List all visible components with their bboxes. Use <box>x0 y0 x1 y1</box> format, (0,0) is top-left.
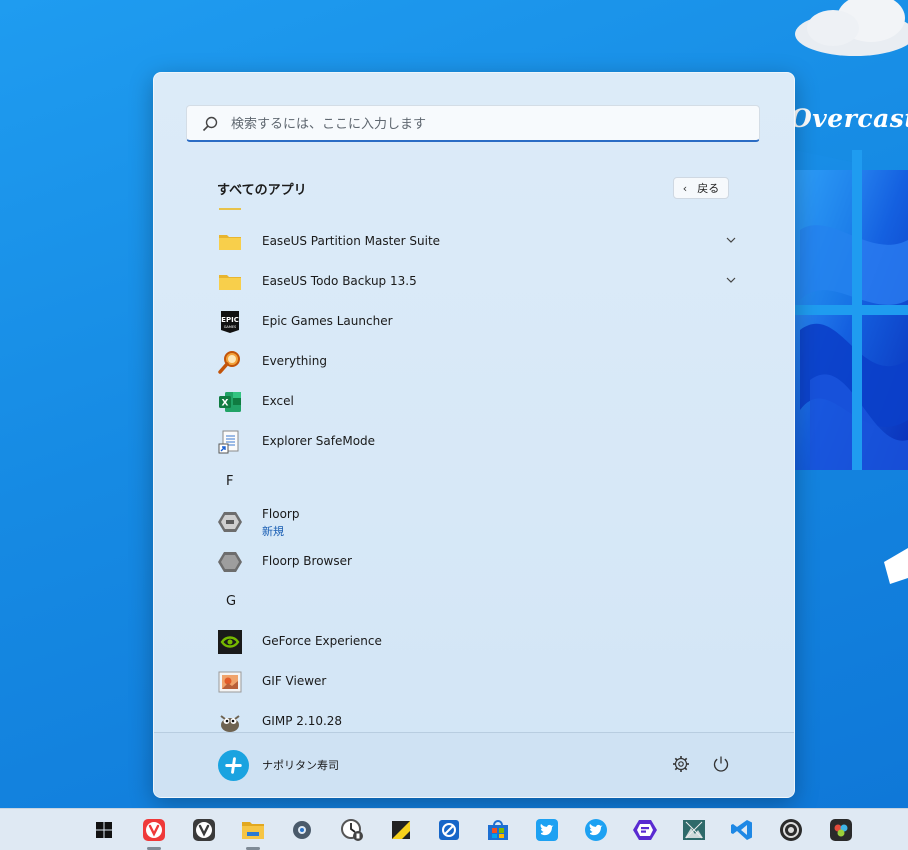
list-item[interactable]: GeForce Experience <box>210 623 738 661</box>
clock-app-icon[interactable] <box>333 813 371 847</box>
app-label: Excel <box>262 394 294 408</box>
app-label: GIMP 2.10.28 <box>262 714 343 728</box>
list-item[interactable]: Floorp 新規 <box>210 503 738 541</box>
wallpaper-window-art <box>794 150 908 470</box>
chevron-down-icon[interactable] <box>724 233 738 247</box>
list-item[interactable]: Explorer SafeMode <box>210 423 738 461</box>
chevron-down-icon[interactable] <box>724 273 738 287</box>
app-label: Epic Games Launcher <box>262 314 393 328</box>
cloud-graphic <box>795 0 908 56</box>
list-item[interactable]: X Excel <box>210 383 738 421</box>
app-label: EaseUS Partition Master Suite <box>262 234 441 248</box>
wallpaper-white-shape <box>884 548 908 584</box>
list-item[interactable]: Floorp Browser <box>210 543 738 581</box>
vivaldi-icon[interactable] <box>135 813 173 850</box>
section-letter-g[interactable]: G <box>226 594 236 609</box>
app-list[interactable]: EaseUS Partition Master Suite EaseUS Tod… <box>154 198 794 732</box>
gimp-icon <box>220 715 240 732</box>
gif-viewer-icon <box>218 671 242 693</box>
sticky-notes-icon[interactable] <box>382 813 420 847</box>
file-explorer-icon[interactable] <box>234 813 272 850</box>
app-label: Explorer SafeMode <box>262 434 376 448</box>
twitter-icon[interactable] <box>528 813 566 847</box>
settings-icon[interactable] <box>283 813 321 847</box>
app-label: GIF Viewer <box>262 674 327 688</box>
davinci-resolve-icon[interactable] <box>822 813 860 847</box>
search-box[interactable] <box>186 105 760 142</box>
wallpaper-text: Overcast <box>790 104 908 133</box>
excel-icon-text: X <box>222 399 229 409</box>
epic-icon-text: EPIC <box>221 316 239 324</box>
search-icon <box>202 116 218 132</box>
settings-gear-icon[interactable] <box>672 755 690 773</box>
floorp-taskbar-icon[interactable] <box>626 813 664 847</box>
folder-icon <box>219 275 241 290</box>
new-badge: 新規 <box>262 525 284 538</box>
chevron-left-icon: ‹ <box>682 181 688 195</box>
scroll-edge-divider <box>219 208 241 210</box>
back-button[interactable]: ‹ 戻る <box>673 177 729 199</box>
app-label: EaseUS Todo Backup 13.5 <box>262 274 417 288</box>
list-item[interactable]: GIMP 2.10.28 <box>210 703 738 732</box>
power-icon[interactable] <box>712 755 730 773</box>
epic-games-icon: EPIC GAMES <box>221 311 239 333</box>
folder-icon <box>219 235 241 250</box>
list-item[interactable]: GIF Viewer <box>210 663 738 701</box>
excel-icon: X <box>219 392 241 412</box>
back-button-label: 戻る <box>697 182 720 195</box>
vivaldi-snapshot-icon[interactable] <box>185 813 223 847</box>
windows-start-icon[interactable] <box>85 813 123 847</box>
floorp-browser-icon <box>218 552 242 572</box>
list-item[interactable]: EaseUS Partition Master Suite <box>210 223 738 261</box>
explorer-shortcut-icon <box>218 430 239 454</box>
search-input[interactable] <box>229 112 733 136</box>
vscode-icon[interactable] <box>723 813 761 847</box>
magnifier-icon <box>218 351 240 374</box>
floorp-icon <box>218 512 242 532</box>
all-apps-title: すべてのアプリ <box>217 183 307 198</box>
app-label: Floorp <box>262 507 300 521</box>
microsoft-store-icon[interactable] <box>479 813 517 847</box>
list-item[interactable]: EaseUS Todo Backup 13.5 <box>210 263 738 301</box>
list-item[interactable]: Everything <box>210 343 738 381</box>
epic-icon-subtext: GAMES <box>224 325 237 329</box>
user-name[interactable]: ナポリタン寿司 <box>262 757 339 773</box>
obs-icon[interactable] <box>772 813 810 847</box>
section-letter-f[interactable]: F <box>226 474 233 489</box>
app-label: GeForce Experience <box>262 634 382 648</box>
twitter-circle-icon[interactable] <box>577 813 615 847</box>
taskbar <box>0 808 908 850</box>
nvidia-icon <box>218 630 242 654</box>
app-label: Floorp Browser <box>262 554 352 568</box>
start-menu: すべてのアプリ ‹ 戻る EaseUS Partition Master Sui… <box>153 72 795 798</box>
image-app-icon[interactable] <box>675 813 713 847</box>
user-avatar-icon[interactable] <box>218 750 249 781</box>
blocked-app-icon[interactable] <box>430 813 468 847</box>
start-footer: ナポリタン寿司 <box>154 732 794 797</box>
app-label: Everything <box>262 354 327 368</box>
list-item[interactable]: EPIC GAMES Epic Games Launcher <box>210 303 738 341</box>
